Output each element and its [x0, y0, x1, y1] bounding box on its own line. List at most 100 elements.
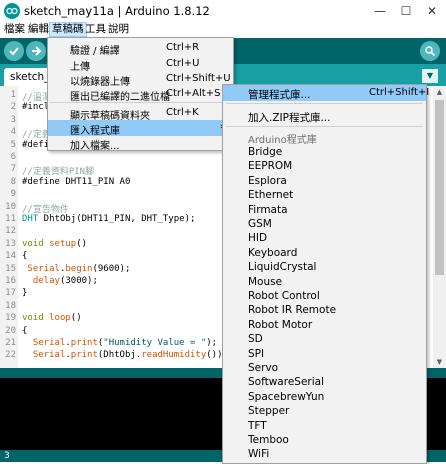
menu-help[interactable]: 說明 [106, 22, 131, 37]
line-number: 17 [5, 288, 16, 299]
library-item-label: SD [248, 333, 263, 346]
line-number: 16 [5, 276, 16, 286]
code-token: void [22, 313, 44, 324]
menu-separator [226, 126, 423, 127]
line-number: 19 [5, 313, 16, 324]
maximize-button[interactable]: ☐ [394, 0, 418, 22]
menu-bar: 檔案 編輯 草稿碼 工具 說明 [0, 22, 446, 38]
line-number: 4 [10, 127, 16, 138]
code-token: void [22, 238, 44, 249]
library-item-label: LiquidCrystal [248, 261, 317, 274]
code-line: //定義資料PIN腳 [22, 164, 94, 177]
tab-menu-button[interactable]: ▼ [422, 69, 438, 83]
line-number: 13 [5, 238, 16, 249]
library-item-label: Robot IR Remote [248, 304, 337, 317]
menu-item-shortcut: Ctrl+R [166, 42, 200, 53]
menu-item-shortcut: Ctrl+U [166, 58, 200, 69]
code-line: void loop() [22, 313, 82, 323]
title-bar: sketch_may11a | Arduino 1.8.12 — ☐ ✕ [0, 0, 446, 22]
menu-item-include-library[interactable]: 匯入程式庫› [48, 120, 233, 137]
menu-item-label: 加入.ZIP程式庫... [248, 112, 331, 124]
library-item-label: WiFi [248, 448, 270, 461]
library-item-label: Stepper [248, 405, 290, 418]
code-line: } [22, 288, 27, 298]
menu-item-upload-programmer[interactable]: 以燒錄器上傳 Ctrl+Shift+U [48, 71, 233, 88]
menu-item-verify[interactable]: 驗證 / 編譯 Ctrl+R [48, 40, 233, 57]
code-line: #defi [22, 140, 49, 150]
code-line: //宣告物件 [22, 202, 69, 215]
scroll-up-icon[interactable]: ▲ [433, 86, 446, 98]
code-token: print [70, 350, 98, 361]
menu-item-add-file[interactable]: 加入檔案... [48, 135, 233, 152]
close-button[interactable]: ✕ [420, 0, 444, 22]
library-item-label: Ethernet [248, 189, 294, 202]
code-token: (9600); [92, 263, 131, 274]
library-item-label: Temboo [248, 434, 289, 446]
sketch-menu-dropdown: 驗證 / 編譯 Ctrl+R 上傳 Ctrl+U 以燒錄器上傳 Ctrl+Shift+U 匯… [47, 37, 234, 152]
line-number: 22 [5, 350, 16, 361]
line-number: 18 [5, 300, 16, 311]
library-item-label: SPI [248, 347, 265, 360]
library-item-label: Servo [248, 362, 279, 374]
code-token: { [22, 251, 28, 262]
menu-item-add-zip-library[interactable]: 加入.ZIP程式庫... [223, 108, 426, 124]
line-gutter: 1 2 3 4 5 6 7 8 9 10 11 12 13 14 15 16 17 18 19 20 21 22 [0, 86, 18, 368]
menu-item-upload[interactable]: 上傳 Ctrl+U [48, 56, 233, 73]
code-token: DHT [22, 214, 39, 224]
code-token: () [70, 313, 82, 324]
line-number: 21 [5, 338, 16, 348]
library-item-label: HID [248, 232, 268, 245]
menu-edit[interactable]: 編輯 [26, 22, 51, 37]
library-item-label: Firmata [248, 203, 288, 216]
code-line: Serial.print("Humidity Value = "); [22, 338, 217, 348]
upload-button[interactable] [26, 41, 46, 61]
line-number: 5 [10, 139, 16, 150]
menu-item-show-folder[interactable]: 顯示草稿碼資料夾 Ctrl+K [48, 105, 233, 122]
menu-tools[interactable]: 工具 [83, 22, 108, 37]
line-number: 14 [5, 251, 16, 262]
menu-item-label: 匯出已編譯的二進位檔 [70, 92, 170, 103]
code-token: loop [49, 313, 71, 324]
line-number: 12 [5, 226, 16, 237]
menu-item-shortcut: Ctrl+Alt+S [166, 88, 221, 99]
minimize-button[interactable]: — [368, 0, 392, 22]
checkmark-icon [9, 47, 19, 56]
line-number: 2 [10, 102, 16, 113]
serial-monitor-button[interactable] [420, 41, 440, 61]
library-item-label: Mouse [248, 275, 283, 288]
code-token: delay [32, 276, 60, 286]
magnifier-icon [425, 46, 436, 57]
code-token: (DhtObj. [97, 350, 142, 361]
include-library-submenu: 管理程式庫... Ctrl+Shift+I 加入.ZIP程式庫... Arduino程… [222, 84, 429, 464]
line-number: 7 [10, 164, 16, 175]
library-item-label: Esplora [248, 174, 287, 187]
verify-button[interactable] [4, 41, 24, 61]
menu-item-label: 加入檔案... [70, 141, 120, 152]
code-line: delay(3000); [22, 276, 98, 286]
library-item[interactable]: WiFi [223, 446, 426, 462]
code-token: setup [49, 238, 77, 249]
library-item-label: GSM [248, 218, 272, 230]
menu-item-export-binary[interactable]: 匯出已編譯的二進位檔 Ctrl+Alt+S [48, 86, 233, 103]
scroll-down-icon[interactable]: ▼ [433, 356, 446, 368]
status-line-number: 3 [4, 451, 10, 461]
menu-item-manage-libraries[interactable]: 管理程式庫... Ctrl+Shift+I [223, 85, 429, 101]
code-token: #define DHT11_PIN A0 [22, 176, 131, 187]
code-token: #defi [22, 139, 50, 150]
library-item-label: Keyboard [248, 246, 298, 259]
menu-sketch[interactable]: 草稿碼 [49, 22, 87, 37]
code-line: #incl [22, 102, 49, 112]
scrollbar-thumb[interactable] [435, 100, 444, 275]
code-token: { [22, 325, 28, 336]
code-token: begin [65, 263, 93, 274]
menu-separator [50, 102, 231, 103]
code-token: print [70, 338, 98, 348]
menu-item-label: 驗證 / 編譯 [70, 46, 120, 57]
line-number: 6 [10, 152, 16, 162]
code-line: void setup() [22, 239, 87, 249]
menu-file[interactable]: 檔案 [2, 22, 27, 37]
menu-separator [226, 103, 423, 104]
